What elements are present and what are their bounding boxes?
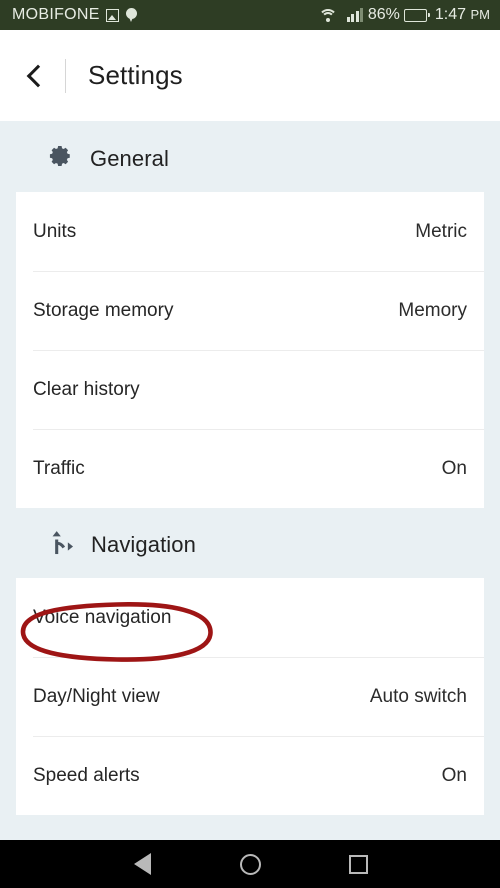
section-header-navigation: Navigation: [0, 508, 500, 578]
section-header-general: General: [0, 121, 500, 192]
app-header: Settings: [0, 30, 500, 121]
row-label: Storage memory: [33, 299, 174, 321]
setting-row-clear-history[interactable]: Clear history: [16, 350, 484, 429]
wifi-icon: [318, 8, 338, 23]
row-label: Voice navigation: [33, 606, 172, 628]
setting-row-units[interactable]: Units Metric: [16, 192, 484, 271]
gear-icon: [48, 143, 74, 174]
setting-row-speed-alerts[interactable]: Speed alerts On: [16, 736, 484, 815]
clock-period: PM: [470, 7, 491, 22]
page-title: Settings: [88, 60, 183, 90]
row-value: Memory: [398, 299, 467, 321]
back-triangle-icon: [133, 853, 151, 875]
nav-home-button[interactable]: [196, 840, 304, 888]
setting-row-voice-navigation[interactable]: Voice navigation: [16, 578, 484, 657]
phone-screen: MOBIFONE 86% 1:47 PM Settings General Un…: [0, 0, 500, 888]
row-value: On: [441, 457, 467, 479]
clock-time: 1:47: [434, 6, 467, 23]
nav-back-button[interactable]: [88, 840, 196, 888]
row-value: Metric: [415, 220, 467, 242]
back-button[interactable]: [18, 56, 52, 96]
row-value: On: [441, 764, 467, 786]
status-bar-right: 86% 1:47 PM: [318, 6, 490, 23]
signal-icon: [346, 8, 365, 22]
row-label: Clear history: [33, 378, 140, 400]
status-bar-left: MOBIFONE: [12, 7, 137, 23]
battery-percent-label: 86%: [367, 6, 400, 23]
section-title-general: General: [90, 145, 169, 171]
clock: 1:47 PM: [435, 7, 490, 23]
setting-row-day-night-view[interactable]: Day/Night view Auto switch: [16, 657, 484, 736]
setting-row-storage-memory[interactable]: Storage memory Memory: [16, 271, 484, 350]
row-label: Traffic: [33, 457, 85, 479]
recents-square-icon: [348, 854, 368, 874]
section-title-navigation: Navigation: [91, 532, 196, 557]
row-label: Day/Night view: [33, 685, 160, 707]
nav-recents-button[interactable]: [304, 840, 412, 888]
battery-icon: [403, 8, 430, 22]
carrier-label: MOBIFONE: [12, 6, 100, 23]
row-label: Speed alerts: [33, 764, 140, 786]
header-divider: [65, 58, 66, 93]
navigation-fork-icon: [48, 530, 75, 560]
settings-list[interactable]: General Units Metric Storage memory Memo…: [0, 121, 500, 840]
system-navigation-bar: [0, 840, 500, 888]
location-pin-icon: [125, 7, 137, 23]
setting-row-traffic[interactable]: Traffic On: [16, 429, 484, 508]
status-bar: MOBIFONE 86% 1:47 PM: [0, 0, 500, 30]
row-value: Auto switch: [369, 685, 467, 707]
chevron-left-icon: [26, 64, 49, 87]
navigation-card: Voice navigation Day/Night view Auto swi…: [16, 578, 484, 815]
home-circle-icon: [239, 853, 261, 875]
general-card: Units Metric Storage memory Memory Clear…: [16, 192, 484, 508]
row-label: Units: [33, 220, 77, 242]
screenshot-icon: [105, 8, 119, 22]
